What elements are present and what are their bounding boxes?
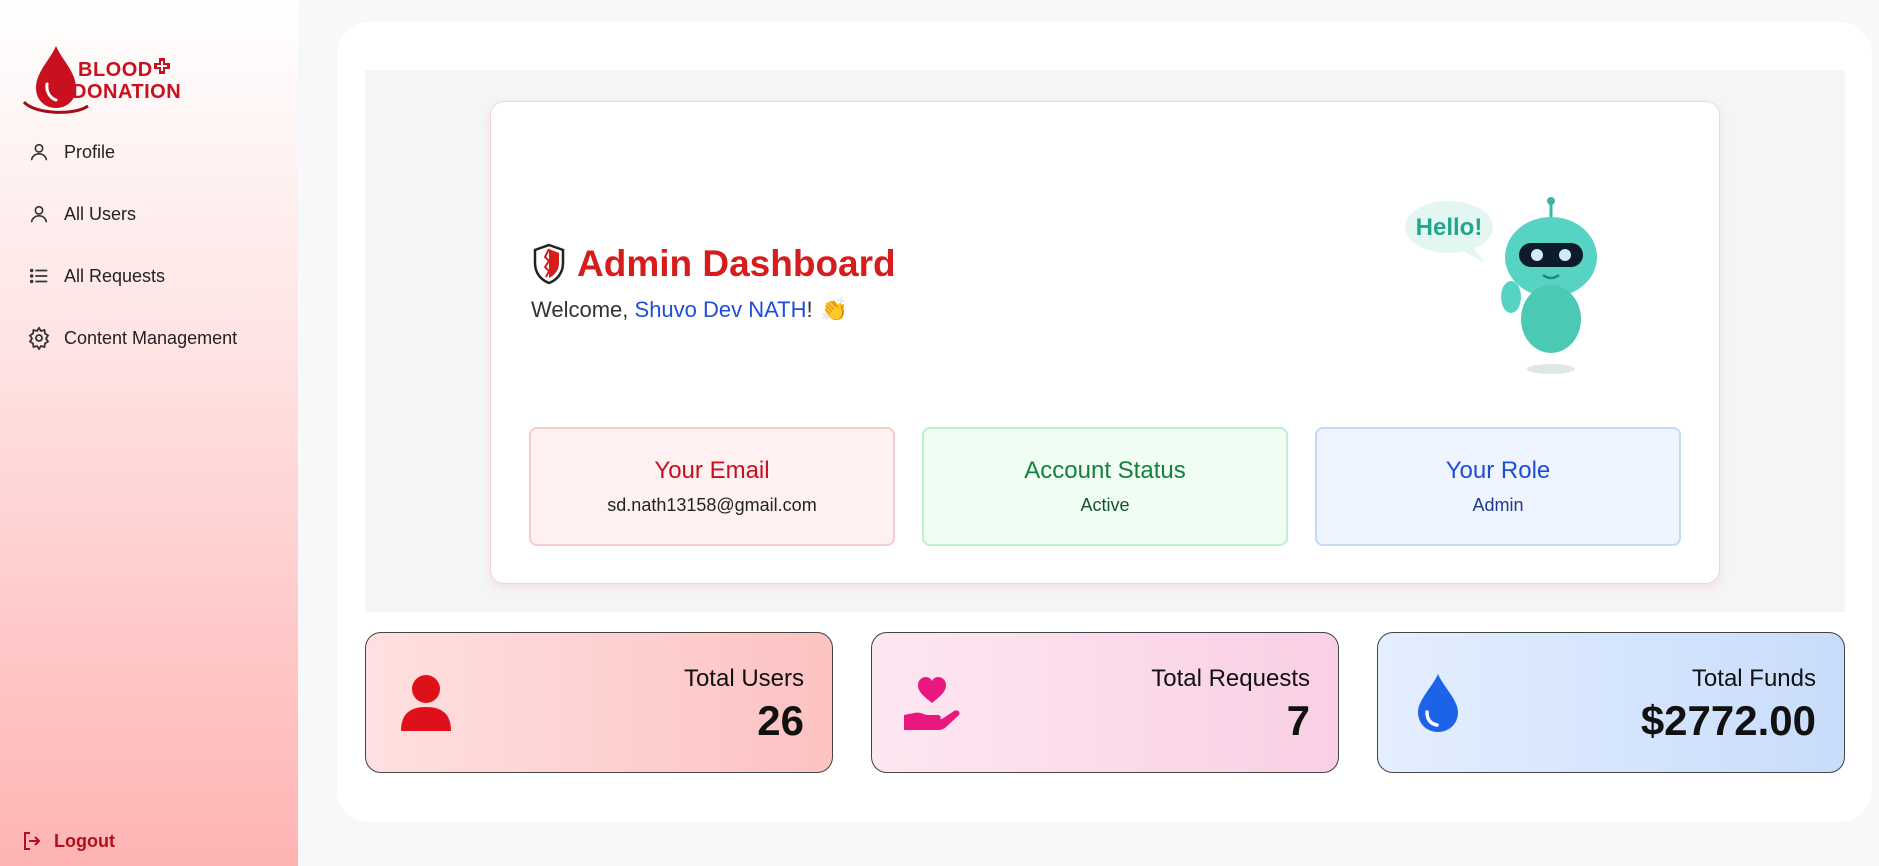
robot-hello-illustration: Hello! [1405, 197, 1597, 374]
gear-icon [26, 325, 52, 351]
logout-icon [20, 828, 46, 854]
sidebar-item-label: All Requests [64, 265, 166, 286]
role-value: Admin [1472, 495, 1524, 515]
welcome-suffix: ! [806, 297, 813, 322]
sidebar-item-content-management[interactable]: Content Management [26, 326, 286, 350]
page-title: Admin Dashboard [577, 243, 896, 284]
email-heading: Your Email [654, 457, 770, 484]
status-value: Active [1080, 495, 1130, 515]
sidebar-item-all-requests[interactable]: All Requests [26, 264, 286, 288]
user-name: Shuvo Dev NATH [634, 297, 807, 322]
sidebar: BLOOD DONATION Profile All Users All Req… [0, 0, 298, 866]
email-info-card: Your Email sd.nath13158@gmail.com [529, 427, 895, 546]
welcome-card: Admin Dashboard Welcome, Shuvo Dev NATH … [490, 101, 1720, 584]
total-funds-value: $2772.00 [1640, 697, 1816, 744]
total-users-card: Total Users 26 [365, 632, 833, 773]
total-requests-value: 7 [1286, 697, 1310, 744]
clap-emoji-icon: 👏 [820, 297, 849, 322]
user-icon [396, 671, 456, 735]
welcome-prefix: Welcome, [531, 297, 635, 322]
robot-bubble-text: Hello! [1416, 214, 1483, 241]
total-users-value: 26 [757, 697, 804, 744]
brand-line-2: DONATION [72, 81, 182, 103]
status-info-card: Account Status Active [922, 427, 1288, 546]
shield-icon [533, 243, 565, 285]
sidebar-item-all-users[interactable]: All Users [26, 202, 286, 226]
brand-line-1: BLOOD [78, 59, 153, 81]
sidebar-item-label: Profile [64, 141, 116, 162]
page-title-row: Admin Dashboard [531, 243, 896, 285]
role-heading: Your Role [1445, 457, 1551, 484]
logout-button[interactable]: Logout [20, 828, 115, 854]
sidebar-item-label: Content Management [64, 327, 238, 348]
sidebar-nav: Profile All Users All Requests Content M… [26, 140, 286, 388]
medical-cross-icon [154, 58, 170, 74]
total-funds-label: Total Funds [1691, 665, 1816, 692]
role-info-card: Your Role Admin [1315, 427, 1681, 546]
status-heading: Account Status [1024, 457, 1186, 484]
brand-logo[interactable]: BLOOD DONATION [22, 44, 192, 116]
sidebar-item-profile[interactable]: Profile [26, 140, 286, 164]
logout-label: Logout [54, 830, 115, 851]
list-icon [26, 263, 52, 289]
total-requests-card: Total Requests 7 [871, 632, 1339, 773]
hand-heart-icon [902, 671, 962, 735]
email-value: sd.nath13158@gmail.com [607, 495, 817, 515]
user-icon [26, 201, 52, 227]
sidebar-item-label: All Users [64, 203, 137, 224]
total-funds-card: Total Funds $2772.00 [1377, 632, 1845, 773]
drop-icon [1408, 671, 1468, 735]
user-icon [26, 139, 52, 165]
welcome-message: Welcome, Shuvo Dev NATH ! 👏 [531, 297, 848, 323]
total-users-label: Total Users [683, 665, 804, 692]
total-requests-label: Total Requests [1151, 665, 1310, 692]
